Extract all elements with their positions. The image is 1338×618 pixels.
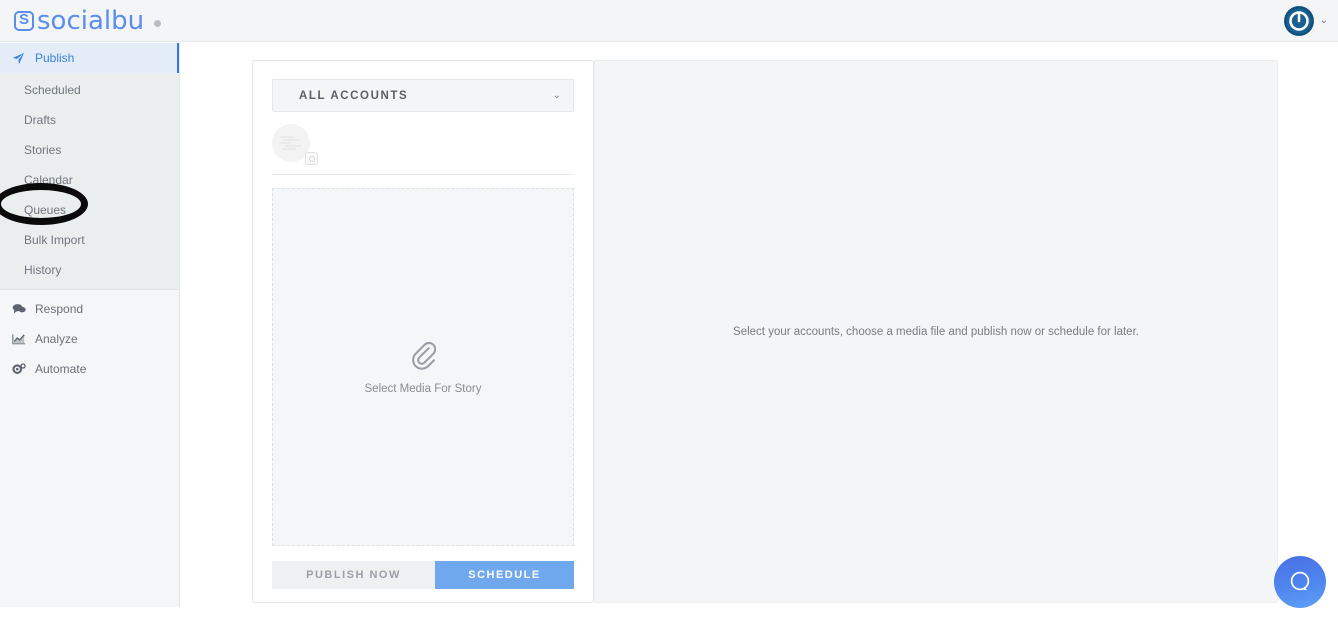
logo-text: socialbu — [37, 6, 145, 36]
sidebar-item-scheduled[interactable]: Scheduled — [0, 75, 179, 105]
paper-plane-icon — [12, 52, 27, 65]
chat-bubbles-icon — [12, 303, 27, 315]
status-dot-icon — [154, 19, 162, 27]
sidebar-item-label: Publish — [35, 51, 75, 65]
sidebar-item-label: Drafts — [24, 113, 57, 127]
app-logo[interactable]: socialbu — [14, 6, 162, 36]
sidebar-item-label: Respond — [35, 302, 84, 316]
sidebar-item-history[interactable]: History — [0, 255, 179, 285]
top-header: socialbu ⌄ — [0, 0, 1338, 42]
power-glyph-icon — [1284, 6, 1314, 36]
sidebar-item-queues[interactable]: Queues — [0, 195, 179, 225]
account-chip[interactable] — [272, 124, 318, 165]
sidebar-item-calendar[interactable]: Calendar — [0, 165, 179, 195]
sidebar-item-automate[interactable]: Automate — [0, 354, 179, 384]
sidebar-item-label: Bulk Import — [24, 233, 85, 247]
socialbu-s-icon — [14, 10, 34, 31]
help-beacon-button[interactable] — [1274, 556, 1326, 608]
accounts-dropdown[interactable]: ALL ACCOUNTS ⌄ — [272, 79, 574, 112]
sidebar-item-stories[interactable]: Stories — [0, 135, 179, 165]
accounts-dropdown-label: ALL ACCOUNTS — [299, 89, 409, 102]
sidebar-item-drafts[interactable]: Drafts — [0, 105, 179, 135]
help-chat-icon — [1290, 571, 1310, 591]
avatar-placeholder-icon — [279, 136, 302, 150]
sidebar-item-label: Calendar — [24, 173, 73, 187]
schedule-button[interactable]: SCHEDULE — [435, 561, 574, 589]
instagram-icon — [305, 152, 318, 165]
user-avatar[interactable] — [1283, 6, 1314, 36]
sidebar-item-bulk-import[interactable]: Bulk Import — [0, 225, 179, 255]
sidebar-item-label: History — [24, 263, 62, 277]
sidebar-item-respond[interactable]: Respond — [0, 294, 179, 324]
sidebar-item-analyze[interactable]: Analyze — [0, 324, 179, 354]
sidebar-item-label: Analyze — [35, 332, 78, 346]
gears-icon — [12, 362, 27, 376]
preview-panel: Select your accounts, choose a media fil… — [594, 60, 1278, 603]
sidebar-item-label: Queues — [24, 203, 67, 217]
dropzone-label: Select Media For Story — [364, 382, 482, 395]
paperclip-icon — [410, 340, 437, 375]
sidebar-item-label: Stories — [24, 143, 62, 157]
sidebar-item-label: Scheduled — [24, 83, 81, 97]
publish-now-button[interactable]: PUBLISH NOW — [272, 561, 435, 589]
chevron-down-icon: ⌄ — [552, 90, 561, 101]
selected-accounts-row — [272, 123, 574, 175]
chart-line-icon — [12, 333, 27, 345]
sidebar-item-label: Automate — [35, 362, 87, 376]
sidebar-lower-group: Respond Analyze Automate — [0, 290, 179, 384]
composer-actions: PUBLISH NOW SCHEDULE — [272, 561, 574, 589]
media-dropzone[interactable]: Select Media For Story — [272, 188, 574, 546]
user-menu[interactable]: ⌄ — [1283, 4, 1328, 38]
chevron-down-icon[interactable]: ⌄ — [1320, 16, 1328, 26]
sidebar: Publish Scheduled Drafts Stories Calenda… — [0, 43, 180, 607]
preview-hint-text: Select your accounts, choose a media fil… — [733, 325, 1139, 338]
story-composer-card: ALL ACCOUNTS ⌄ Select Media For Story PU… — [252, 60, 594, 603]
sidebar-subgroup-publish: Scheduled Drafts Stories Calendar Queues… — [0, 73, 179, 290]
main-content: ALL ACCOUNTS ⌄ Select Media For Story PU… — [181, 43, 1338, 618]
sidebar-item-publish[interactable]: Publish — [0, 43, 179, 73]
